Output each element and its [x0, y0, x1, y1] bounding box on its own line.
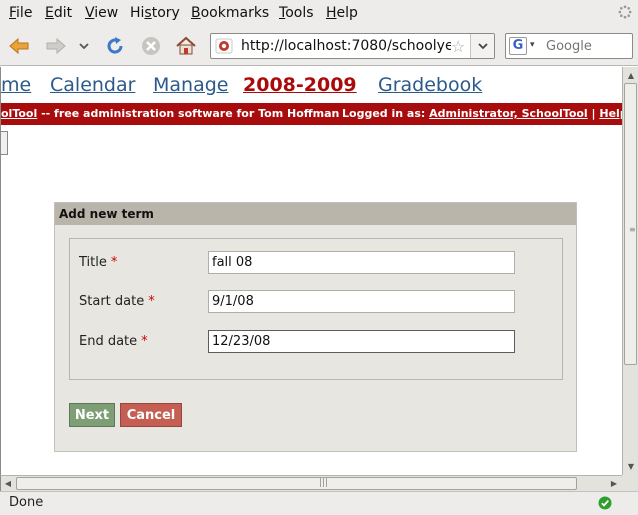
bookmark-star-icon[interactable]: ☆: [451, 37, 465, 56]
search-engine-dropdown-icon[interactable]: ▾: [530, 40, 535, 50]
search-engine-icon[interactable]: G: [509, 37, 527, 55]
start-date-input[interactable]: [208, 290, 515, 313]
required-marker: *: [141, 334, 148, 349]
cancel-button[interactable]: Cancel: [120, 403, 182, 427]
menu-file[interactable]: File: [9, 5, 32, 21]
forward-arrow-icon: [46, 37, 66, 55]
user-link[interactable]: Administrator, SchoolTool: [429, 107, 588, 120]
search-input[interactable]: [546, 37, 630, 55]
stop-button[interactable]: [138, 34, 164, 58]
end-date-label: End date *: [79, 334, 148, 349]
address-dropdown-button[interactable]: [470, 34, 494, 58]
header-banner: olTool -- free administration software f…: [1, 103, 622, 125]
scroll-right-arrow-icon[interactable]: ▶: [607, 476, 621, 490]
horizontal-scroll-thumb[interactable]: |||: [16, 477, 577, 490]
next-button[interactable]: Next: [69, 403, 115, 427]
back-button[interactable]: [6, 34, 32, 58]
horizontal-scrollbar[interactable]: ◀ ||| ▶: [0, 475, 622, 491]
start-date-row: Start date *: [70, 290, 562, 314]
term-fieldset: Title* Start date* End date*: [69, 238, 563, 380]
home-icon: [176, 36, 196, 55]
address-bar[interactable]: http://localhost:7080/schoolyear ☆: [210, 33, 495, 59]
address-url[interactable]: http://localhost:7080/schoolyear: [241, 38, 451, 54]
chevron-down-icon: [477, 43, 488, 50]
home-button[interactable]: [173, 34, 199, 58]
nav-link-schoolyear[interactable]: 2008-2009: [243, 74, 357, 96]
stop-icon: [142, 37, 160, 55]
title-label: Title *: [79, 255, 118, 270]
site-favicon-icon: [215, 38, 233, 54]
activity-throbber-icon: [618, 5, 632, 19]
menu-history[interactable]: History: [130, 5, 180, 21]
menu-help[interactable]: Help: [326, 5, 358, 21]
scroll-up-arrow-icon[interactable]: ▲: [624, 68, 638, 82]
vertical-scroll-thumb[interactable]: ≡: [624, 83, 637, 365]
nav-link-home[interactable]: me: [1, 74, 31, 96]
navigation-toolbar: http://localhost:7080/schoolyear ☆ G ▾: [0, 26, 638, 66]
forward-button[interactable]: [43, 34, 69, 58]
nav-link-calendar[interactable]: Calendar: [50, 74, 135, 96]
end-date-input[interactable]: [208, 330, 515, 353]
history-dropdown-button[interactable]: [74, 34, 94, 58]
status-text: Done: [9, 495, 44, 510]
menu-edit[interactable]: Edit: [45, 5, 72, 21]
reload-button[interactable]: [102, 34, 128, 58]
page-viewport: me Calendar Manage 2008-2009 Gradebook o…: [0, 67, 622, 475]
title-input[interactable]: [208, 251, 515, 274]
required-marker: *: [110, 255, 118, 270]
scroll-down-arrow-icon[interactable]: ▼: [624, 459, 638, 473]
site-navigation: me Calendar Manage 2008-2009 Gradebook: [1, 67, 622, 102]
menu-bookmarks[interactable]: Bookmarks: [191, 5, 269, 21]
search-bar[interactable]: G ▾: [505, 33, 633, 59]
banner-user-info: Logged in as: Administrator, SchoolTool …: [342, 107, 622, 120]
panel-heading: Add new term: [55, 203, 576, 225]
scroll-left-arrow-icon[interactable]: ◀: [1, 476, 15, 490]
menu-view[interactable]: View: [85, 5, 118, 21]
required-marker: *: [148, 294, 155, 309]
grip-icon: |||: [319, 478, 329, 488]
chevron-down-icon: [79, 43, 89, 50]
start-date-label: Start date *: [79, 294, 155, 309]
vertical-scrollbar[interactable]: ▲ ≡ ▼: [622, 67, 638, 475]
grip-icon: ≡: [629, 225, 636, 234]
back-arrow-icon: [9, 37, 29, 55]
collapsed-sidebar-tab[interactable]: [1, 131, 8, 155]
reload-icon: [107, 37, 123, 54]
security-ok-check-icon[interactable]: [598, 496, 612, 510]
status-bar: Done: [0, 491, 638, 515]
menu-bar: File Edit View History Bookmarks Tools H…: [0, 0, 638, 26]
add-term-panel: Add new term Title* Start date* End date…: [54, 202, 577, 452]
nav-link-gradebook[interactable]: Gradebook: [378, 74, 482, 96]
help-link[interactable]: Help: [599, 107, 622, 120]
end-date-row: End date *: [70, 330, 562, 354]
scrollbar-corner: [622, 475, 638, 491]
nav-link-manage[interactable]: Manage: [153, 74, 228, 96]
banner-tagline: olTool -- free administration software f…: [1, 107, 340, 120]
title-row: Title *: [70, 251, 562, 275]
brand-link[interactable]: olTool: [1, 107, 37, 120]
menu-tools[interactable]: Tools: [279, 5, 314, 21]
